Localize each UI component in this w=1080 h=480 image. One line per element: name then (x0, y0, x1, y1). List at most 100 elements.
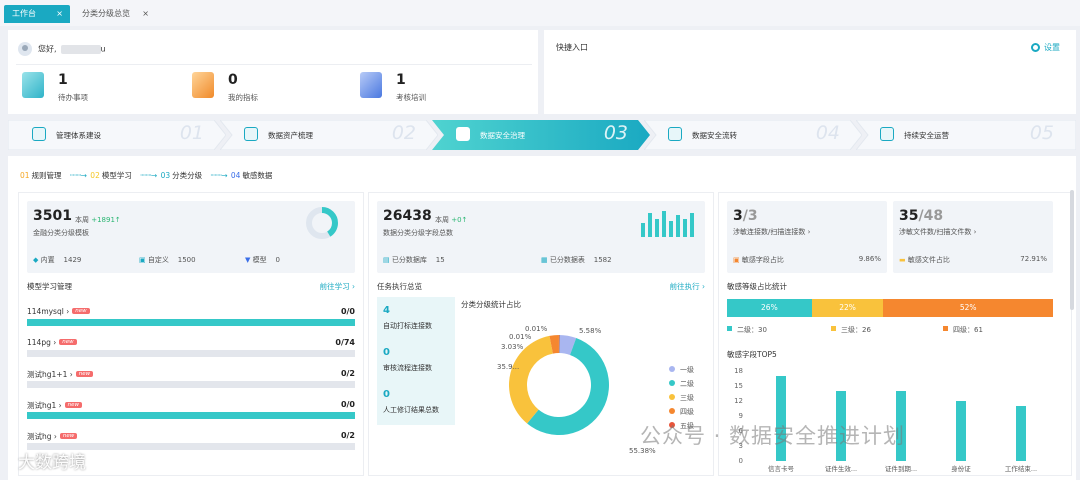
task-label: 自动打标连接数 (383, 322, 432, 330)
settings-label: 设置 (1044, 43, 1060, 52)
step-03[interactable]: 数据安全治理 03 (432, 120, 650, 150)
training-count: 1 (396, 72, 406, 88)
crumb-classify[interactable]: 分类分级 (172, 171, 202, 180)
step-icon (668, 127, 682, 141)
model-stat: ▼ 模型 0 (245, 256, 280, 264)
task-overview-title: 任务执行总览 (377, 282, 422, 291)
go-execute-link[interactable]: 前往执行 › (670, 281, 705, 292)
db-stat: ▤ 已分数据库 15 (383, 256, 445, 264)
pie-label: 5.58% (579, 327, 602, 335)
username-suffix: u (100, 44, 106, 54)
top5-title: 敏感字段TOP5 (727, 350, 777, 359)
severity-segment[interactable]: 26% (727, 299, 812, 317)
crumb-number: 02 (90, 171, 100, 180)
file-ratio: ▬ 敏感文件占比 (899, 256, 950, 264)
model-learning-title: 模型学习管理 (27, 282, 72, 291)
task-label: 审核流程连接数 (383, 364, 432, 372)
tab-workbench[interactable]: 工作台 × (4, 5, 70, 23)
crumb-rules[interactable]: 规则管理 (32, 171, 62, 180)
todo-label: 待办事项 (58, 93, 88, 102)
severity-segment[interactable]: 52% (883, 299, 1053, 317)
metric-count: 0 (228, 72, 238, 88)
step-label: 数据安全流转 (692, 131, 737, 140)
crumb-number: 01 (20, 171, 30, 180)
model-item[interactable]: 测试hg1 › new 0/0 (27, 400, 355, 426)
task-list: 4 自动打标连接数 0 审核流程连接数 0 人工修订结果总数 (377, 297, 455, 425)
watermark-text: 公众号 · 数据安全推进计划 (640, 424, 906, 448)
model-item[interactable]: 测试hg1+1 › new 0/2 (27, 369, 355, 395)
step-02[interactable]: 数据资产梳理 02 (220, 120, 438, 150)
todo-icon (22, 72, 44, 98)
step-04[interactable]: 数据安全流转 04 (644, 120, 862, 150)
top5-bar[interactable] (956, 401, 966, 461)
step-number: 03 (603, 122, 628, 144)
model-item[interactable]: 114pg › new 0/74 (27, 338, 355, 364)
step-number: 01 (179, 122, 204, 144)
legend-item[interactable]: 二级 (669, 379, 694, 393)
tab-label: 分类分级总览 (82, 9, 130, 18)
tab-classification-overview[interactable]: 分类分级总览 × (74, 5, 156, 23)
divider (16, 64, 532, 65)
process-steps: 管理体系建设 01 数据资产梳理 02 数据安全治理 03 数据安全流转 04 … (8, 120, 1076, 150)
go-learn-link[interactable]: 前往学习 › (320, 281, 355, 292)
field-count: 26438 (383, 208, 432, 224)
scrollbar[interactable] (1070, 190, 1074, 310)
legend-item[interactable]: 一级 (669, 365, 694, 379)
model-item[interactable]: 114mysql › new 0/0 (27, 307, 355, 333)
y-tick-label: 9 (739, 412, 743, 420)
tab-bar: 工作台 × 分类分级总览 × (0, 0, 1080, 26)
gear-icon (1031, 43, 1040, 52)
metric-icon (192, 72, 214, 98)
template-summary: 3501 本周 +1891↑ 金融分类分级模板 ◆ 内置 1429 ▣ 自定义 … (27, 201, 355, 273)
custom-stat: ▣ 自定义 1500 (139, 256, 196, 264)
legend-item[interactable]: 三级 (669, 393, 694, 407)
x-tick-label: 证件到期... (885, 464, 917, 473)
task-value: 4 (383, 305, 390, 316)
builtin-stat: ◆ 内置 1429 (33, 256, 82, 264)
avatar (18, 42, 32, 56)
x-tick-label: 信言卡号 (768, 464, 795, 473)
training-label: 考核培训 (396, 93, 426, 102)
close-icon[interactable]: × (142, 5, 149, 23)
blurred-username (60, 44, 101, 54)
field-ratio-value: 9.86% (858, 255, 881, 263)
crumb-model[interactable]: 模型学习 (102, 171, 132, 180)
legend-item[interactable]: 四级 (669, 407, 694, 421)
step-05[interactable]: 持续安全运营 05 (856, 120, 1076, 150)
severity-title: 敏感等级占比统计 (727, 282, 787, 291)
sensitive-file-box[interactable]: 35/48 涉敏文件数/扫描文件数 › ▬ 敏感文件占比 72.91% (893, 201, 1053, 273)
crumb-sensitive[interactable]: 敏感数据 (242, 171, 272, 180)
week-delta: 本周 +0↑ (435, 216, 468, 224)
pie-label: 0.01% (509, 333, 532, 341)
greeting-text: 您好, (38, 44, 57, 54)
arrow-icon: ········→ (210, 171, 227, 180)
todo-count: 1 (58, 72, 68, 88)
field-title: 数据分类分级字段总数 (383, 229, 453, 237)
crumb-number: 03 (160, 171, 171, 180)
top5-bar[interactable] (1016, 406, 1026, 461)
pie-label: 35.9... (497, 363, 519, 371)
tab-label: 工作台 (12, 9, 36, 18)
x-tick-label: 工作结束... (1005, 464, 1037, 473)
field-summary: 26438 本周 +0↑ 数据分类分级字段总数 ▤ 已分数据库 15 ▦ 已分数… (377, 201, 705, 273)
conn-ratio: 3/3 (733, 208, 758, 224)
step-number: 04 (815, 122, 840, 144)
step-icon (244, 127, 258, 141)
sensitive-conn-box[interactable]: 3/3 涉敏连接数/扫描连接数 › ▣ 敏感字段占比 9.86% (727, 201, 887, 273)
conn-label: 涉敏连接数/扫描连接数 › (733, 228, 811, 236)
y-tick-label: 12 (734, 397, 743, 405)
template-count: 3501 (33, 208, 72, 224)
task-value: 0 (383, 347, 390, 358)
step-01[interactable]: 管理体系建设 01 (8, 120, 226, 150)
severity-segment[interactable]: 22% (811, 299, 884, 317)
step-icon (32, 127, 46, 141)
severity-legend-item: 三级：26 (831, 325, 871, 335)
close-icon[interactable]: × (56, 5, 63, 23)
settings-button[interactable]: 设置 (1031, 42, 1060, 53)
watermark-logo-text: 大数跨境 (18, 453, 86, 473)
classification-pie-chart: 5.58%55.38%35.9...3.03%0.01%0.01% (497, 325, 656, 455)
x-tick-label: 身份证 (951, 464, 971, 473)
step-number: 05 (1029, 122, 1054, 144)
template-donut (306, 207, 338, 239)
table-stat: ▦ 已分数据表 1582 (541, 256, 612, 264)
